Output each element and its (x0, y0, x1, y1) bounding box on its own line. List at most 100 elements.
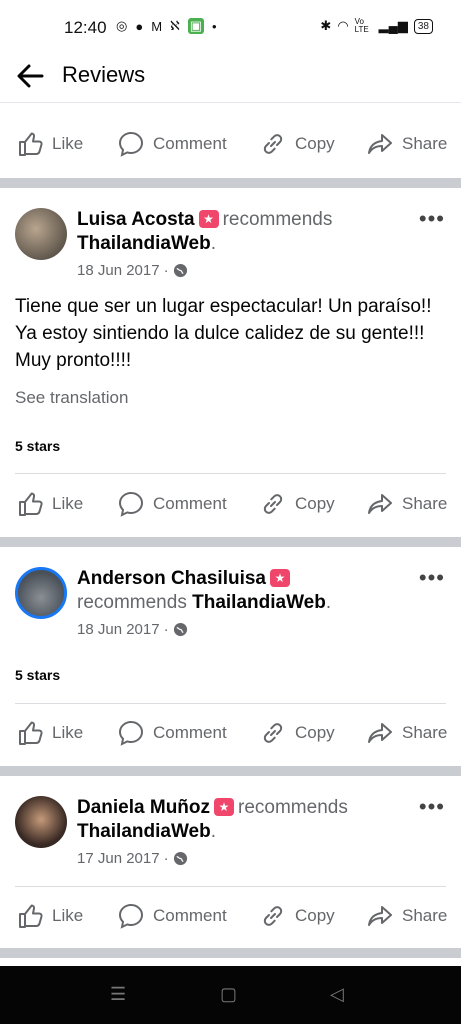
signal-icon: ▂▄▆ (378, 18, 408, 33)
app-bar: Reviews (0, 56, 461, 103)
comment-button[interactable]: Comment (117, 474, 227, 534)
arrow-left-icon[interactable] (14, 60, 46, 92)
section-divider (0, 537, 461, 547)
system-icons: ✱ ◠ Vo LTE ▂▄▆ 38 (320, 18, 433, 34)
battery-icon: 38 (413, 18, 433, 34)
comment-icon (118, 491, 144, 517)
page-title: Reviews (62, 62, 146, 87)
page-name[interactable]: ThailandiaWeb (77, 233, 211, 254)
reviewer-name[interactable]: Anderson Chasiluisa (77, 568, 266, 589)
copy-button[interactable]: Copy (259, 114, 335, 174)
like-label: Like (52, 906, 84, 925)
share-label: Share (402, 723, 448, 742)
action-row: Like Comment Copy Share (0, 886, 461, 946)
recommend-badge-icon: ★ (270, 569, 290, 587)
post-date[interactable]: 18 Jun 2017 (77, 621, 160, 638)
home-icon[interactable]: ▢ (220, 984, 237, 1005)
share-button[interactable]: Share (366, 114, 447, 174)
thumbs-up-icon (19, 904, 43, 928)
like-label: Like (52, 723, 84, 742)
status-bar: 12:40 ◎ ● M ℵ ▣ • ✱ ◠ Vo LTE ▂▄▆ 38 (0, 0, 461, 56)
reviewer-name[interactable]: Daniela Muñoz (77, 797, 210, 818)
more-options-icon[interactable]: ••• (419, 206, 445, 232)
recents-icon[interactable]: ☰ (110, 984, 126, 1005)
recommends-text: recommends (222, 209, 333, 230)
link-icon (263, 906, 283, 926)
copy-label: Copy (295, 906, 335, 925)
volte-icon: Vo LTE (354, 17, 369, 34)
reviewer-name[interactable]: Luisa Acosta (77, 209, 195, 230)
wifi-icon: ◠ (337, 18, 349, 33)
like-button[interactable]: Like (16, 886, 83, 946)
avatar[interactable] (15, 567, 67, 619)
back-nav-icon[interactable]: ◁ (330, 984, 344, 1005)
recommend-badge-icon: ★ (214, 798, 235, 816)
avatar[interactable] (15, 796, 67, 848)
like-label: Like (52, 134, 84, 153)
bluetooth-icon: ✱ (320, 18, 332, 33)
share-button[interactable]: Share (366, 474, 447, 534)
globe-icon (173, 622, 187, 637)
review-text: Tiene que ser un lugar espectacular! Un … (15, 296, 432, 371)
copy-button[interactable]: Copy (259, 703, 335, 763)
avatar[interactable] (15, 208, 67, 260)
system-nav-bar: ☰ ▢ ◁ (0, 966, 461, 1024)
like-label: Like (52, 494, 84, 513)
copy-label: Copy (295, 134, 335, 153)
share-arrow-icon (368, 494, 392, 514)
review-header: Anderson Chasiluisa ★ recommends Thailand… (77, 568, 332, 613)
thumbs-up-icon (19, 132, 43, 156)
thumbs-up-icon (19, 492, 43, 516)
share-button[interactable]: Share (366, 703, 447, 763)
globe-icon (173, 263, 187, 278)
review-header: Daniela Muñoz ★ recommends ThailandiaWeb. (77, 797, 348, 842)
share-arrow-icon (368, 134, 392, 154)
copy-label: Copy (295, 494, 335, 513)
share-label: Share (402, 134, 448, 153)
post-meta: 18 Jun 2017 · (77, 621, 188, 638)
post-date[interactable]: 17 Jun 2017 (77, 850, 160, 867)
like-button[interactable]: Like (16, 114, 83, 174)
comment-icon (118, 720, 144, 746)
post-date[interactable]: 18 Jun 2017 (77, 262, 160, 279)
copy-button[interactable]: Copy (259, 886, 335, 946)
section-divider (0, 766, 461, 776)
comment-icon (118, 131, 144, 157)
action-row: Like Comment Copy Share (0, 474, 461, 534)
copy-button[interactable]: Copy (259, 474, 335, 534)
notification-icons: ◎ ● M ℵ ▣ • (116, 18, 217, 34)
page-name[interactable]: ThailandiaWeb (77, 821, 211, 842)
comment-button[interactable]: Comment (117, 114, 227, 174)
comment-label: Comment (153, 494, 227, 513)
like-button[interactable]: Like (16, 474, 83, 534)
more-options-icon[interactable]: ••• (419, 794, 445, 820)
action-row: Like Comment Copy Share (0, 703, 461, 763)
more-options-icon[interactable]: ••• (419, 565, 445, 591)
review-header: Luisa Acosta ★ recommends ThailandiaWeb. (77, 209, 333, 254)
post-meta: 18 Jun 2017 · (77, 262, 188, 279)
link-icon (263, 134, 283, 154)
recommends-text: recommends (238, 797, 348, 818)
share-arrow-icon (368, 723, 392, 743)
recommend-badge-icon: ★ (198, 210, 219, 228)
share-label: Share (402, 494, 448, 513)
see-translation-link[interactable]: See translation (15, 388, 128, 408)
android-app-icon: ▣ (187, 18, 205, 34)
line-icon: ● (135, 18, 144, 34)
comment-button[interactable]: Comment (117, 886, 227, 946)
rating-text: 5 stars (15, 667, 61, 683)
section-divider (0, 178, 461, 188)
comment-button[interactable]: Comment (117, 703, 227, 763)
section-divider (0, 948, 461, 958)
dot-icon: • (212, 18, 217, 34)
instagram-icon: ◎ (116, 18, 128, 33)
like-button[interactable]: Like (16, 703, 83, 763)
copy-label: Copy (295, 723, 335, 742)
gmail-icon: M (151, 18, 163, 34)
globe-icon (173, 851, 187, 866)
comment-label: Comment (153, 906, 227, 925)
rating-text: 5 stars (15, 438, 61, 454)
share-arrow-icon (368, 906, 392, 926)
page-name[interactable]: ThailandiaWeb (192, 592, 326, 613)
share-button[interactable]: Share (366, 886, 447, 946)
